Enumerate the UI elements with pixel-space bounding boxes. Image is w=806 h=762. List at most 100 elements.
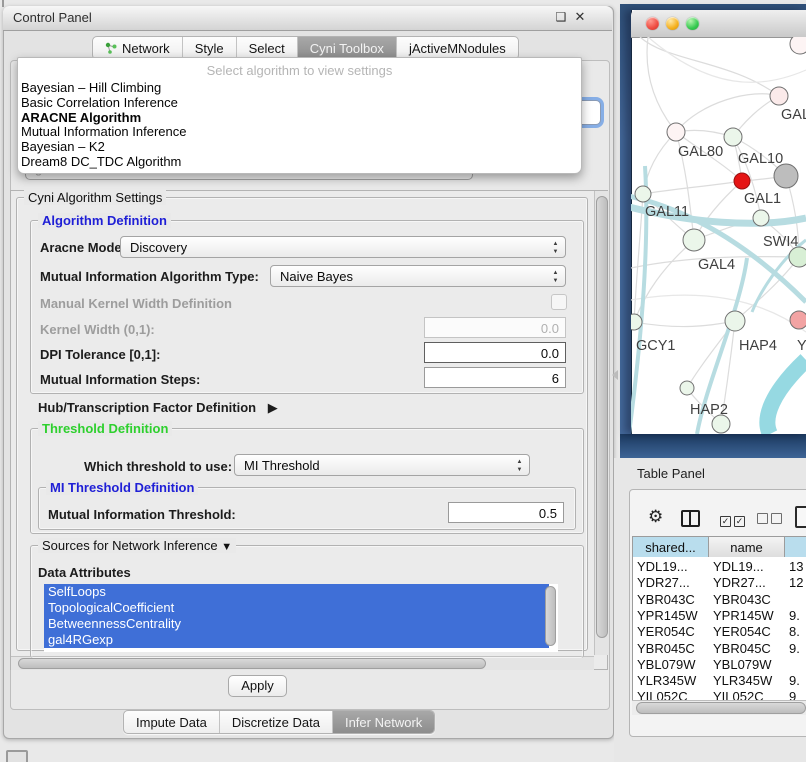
float-panel-icon[interactable]: ❑ xyxy=(553,9,569,25)
table-cell[interactable]: 13 xyxy=(789,559,803,574)
table-cell[interactable]: 9 xyxy=(789,689,796,700)
table-cell[interactable]: 9. xyxy=(789,608,800,623)
cyni-bottom-tabbar: Impute DataDiscretize DataInfer Network xyxy=(123,710,435,734)
table-cell[interactable]: YIL052C xyxy=(713,689,764,700)
network-edge xyxy=(767,360,806,434)
tab-impute-data[interactable]: Impute Data xyxy=(124,711,220,733)
network-node-gal[interactable] xyxy=(770,87,788,105)
table-panel-title: Table Panel xyxy=(637,466,705,481)
data-attributes-label: Data Attributes xyxy=(38,565,131,580)
desktop-bottom-band xyxy=(620,434,806,458)
algorithm-option-mutual-information-inference[interactable]: Mutual Information Inference xyxy=(18,125,581,140)
close-panel-icon[interactable]: ✕ xyxy=(572,9,588,25)
mi-steps-field[interactable]: 6 xyxy=(424,367,566,388)
network-node-gal4[interactable] xyxy=(683,229,705,251)
kernel-width-field[interactable]: 0.0 xyxy=(424,317,566,338)
splitpane-collapse-arrow-icon[interactable] xyxy=(612,370,618,380)
network-edge xyxy=(640,37,779,96)
network-canvas[interactable]: GALGAL80GAL10GAL1GAL11GAL4SWI4GCY1HAP4YH… xyxy=(631,37,806,434)
dpi-tolerance-field[interactable]: 0.0 xyxy=(424,342,566,363)
table-cell[interactable]: YBL079W xyxy=(637,657,696,672)
mi-threshold-field[interactable]: 0.5 xyxy=(448,502,564,523)
network-node-swi4[interactable] xyxy=(753,210,769,226)
new-table-icon[interactable] xyxy=(795,506,806,528)
tab-select[interactable]: Select xyxy=(237,37,298,59)
minimize-traffic-light-icon[interactable] xyxy=(666,17,679,30)
hub-definition-toggle[interactable]: Hub/Transcription Factor Definition ▶ xyxy=(38,400,278,416)
apply-button[interactable]: Apply xyxy=(228,675,287,697)
table-cell[interactable]: YBR043C xyxy=(713,592,771,607)
network-node[interactable] xyxy=(774,164,798,188)
tab-jactivemnodules[interactable]: jActiveMNodules xyxy=(397,37,518,59)
network-node-gal1[interactable] xyxy=(734,173,750,189)
network-node-gal10[interactable] xyxy=(724,128,742,146)
settings-vscrollbar-thumb[interactable] xyxy=(596,196,608,638)
table-cell[interactable]: YPR145W xyxy=(637,608,698,623)
network-node-hap4[interactable] xyxy=(725,311,745,331)
table-cell[interactable]: YER054C xyxy=(713,624,771,639)
aracne-mode-combo[interactable]: Discovery ▲▼ xyxy=(120,236,566,258)
which-threshold-combo[interactable]: MI Threshold ▲▼ xyxy=(234,454,530,476)
table-cell[interactable]: YBR045C xyxy=(637,641,695,656)
table-cell[interactable]: YDR27... xyxy=(637,575,690,590)
table-cell[interactable]: YBR045C xyxy=(713,641,771,656)
table-cell[interactable]: YDL19... xyxy=(713,559,764,574)
manual-kernel-width-checkbox[interactable] xyxy=(551,294,567,310)
network-node-gal11[interactable] xyxy=(635,186,651,202)
table-cell[interactable]: YER054C xyxy=(637,624,695,639)
algorithm-option-bayesian-hill-climbing[interactable]: Bayesian – Hill Climbing xyxy=(18,81,581,96)
minimized-panel-icon[interactable] xyxy=(6,750,28,762)
select-all-columns-icon[interactable]: ✓✓ xyxy=(720,512,748,527)
column-header-third[interactable]: A xyxy=(785,537,806,558)
table-cell[interactable]: YBL079W xyxy=(713,657,772,672)
mi-algorithm-type-combo[interactable]: Naive Bayes ▲▼ xyxy=(270,265,566,287)
network-node-gcy1[interactable] xyxy=(631,314,642,330)
tab-style[interactable]: Style xyxy=(183,37,237,59)
algorithm-option-dream8-dc-tdc-algorithm[interactable]: Dream8 DC_TDC Algorithm xyxy=(18,155,581,170)
attribute-item-selfloops[interactable]: SelfLoops xyxy=(44,584,549,600)
algorithm-option-bayesian-k2[interactable]: Bayesian – K2 xyxy=(18,140,581,155)
settings-hscrollbar-thumb[interactable] xyxy=(18,658,486,669)
zoom-traffic-light-icon[interactable] xyxy=(686,17,699,30)
table-cell[interactable]: YDL19... xyxy=(637,559,688,574)
table-cell[interactable]: 8. xyxy=(789,624,800,639)
network-node[interactable] xyxy=(790,37,806,54)
tab-label: Select xyxy=(249,41,285,56)
control-panel-titlebar[interactable] xyxy=(3,6,612,31)
table-cell[interactable]: YIL052C xyxy=(637,689,688,700)
gear-icon[interactable]: ⚙ xyxy=(648,507,663,527)
network-node[interactable] xyxy=(789,247,806,267)
tab-cyni-toolbox[interactable]: Cyni Toolbox xyxy=(298,37,397,59)
table-cell[interactable]: 12 xyxy=(789,575,803,590)
column-header-shared[interactable]: shared... xyxy=(633,537,709,558)
network-node[interactable] xyxy=(712,415,730,433)
deselect-all-columns-icon[interactable] xyxy=(757,512,785,527)
table-cell[interactable]: YDR27... xyxy=(713,575,766,590)
column-header-name[interactable]: name xyxy=(709,537,785,558)
table-cell[interactable]: YBR043C xyxy=(637,592,695,607)
attribute-item-topologicalcoefficient[interactable]: TopologicalCoefficient xyxy=(44,600,549,616)
tab-label: Cyni Toolbox xyxy=(310,41,384,56)
table-cell[interactable]: YPR145W xyxy=(713,608,774,623)
cyni-algorithm-settings-title: Cyni Algorithm Settings xyxy=(24,190,166,205)
attribute-item-gal4rgexp[interactable]: gal4RGexp xyxy=(44,632,549,648)
table-cell[interactable]: YLR345W xyxy=(637,673,696,688)
column-browser-icon[interactable] xyxy=(681,510,700,527)
tab-infer-network[interactable]: Infer Network xyxy=(333,711,434,733)
table-cell[interactable]: YLR345W xyxy=(713,673,772,688)
stepper-arrows-icon: ▲▼ xyxy=(551,240,560,256)
table-cell[interactable]: 9. xyxy=(789,641,800,656)
network-node-hap2[interactable] xyxy=(680,381,694,395)
table-cell[interactable]: 9. xyxy=(789,673,800,688)
sources-group-title[interactable]: Sources for Network Inference ▼ xyxy=(38,538,236,553)
network-node-y[interactable] xyxy=(790,311,806,329)
tab-discretize-data[interactable]: Discretize Data xyxy=(220,711,333,733)
attribute-item-betweennesscentrality[interactable]: BetweennessCentrality xyxy=(44,616,549,632)
table-hscrollbar-thumb[interactable] xyxy=(636,702,806,714)
algorithm-option-basic-correlation-inference[interactable]: Basic Correlation Inference xyxy=(18,96,581,111)
network-node-gal80[interactable] xyxy=(667,123,685,141)
close-traffic-light-icon[interactable] xyxy=(646,17,659,30)
attributes-vscrollbar-thumb[interactable] xyxy=(545,586,556,646)
algorithm-option-aracne-algorithm[interactable]: ARACNE Algorithm xyxy=(18,111,581,126)
tab-network[interactable]: Network xyxy=(93,37,183,59)
